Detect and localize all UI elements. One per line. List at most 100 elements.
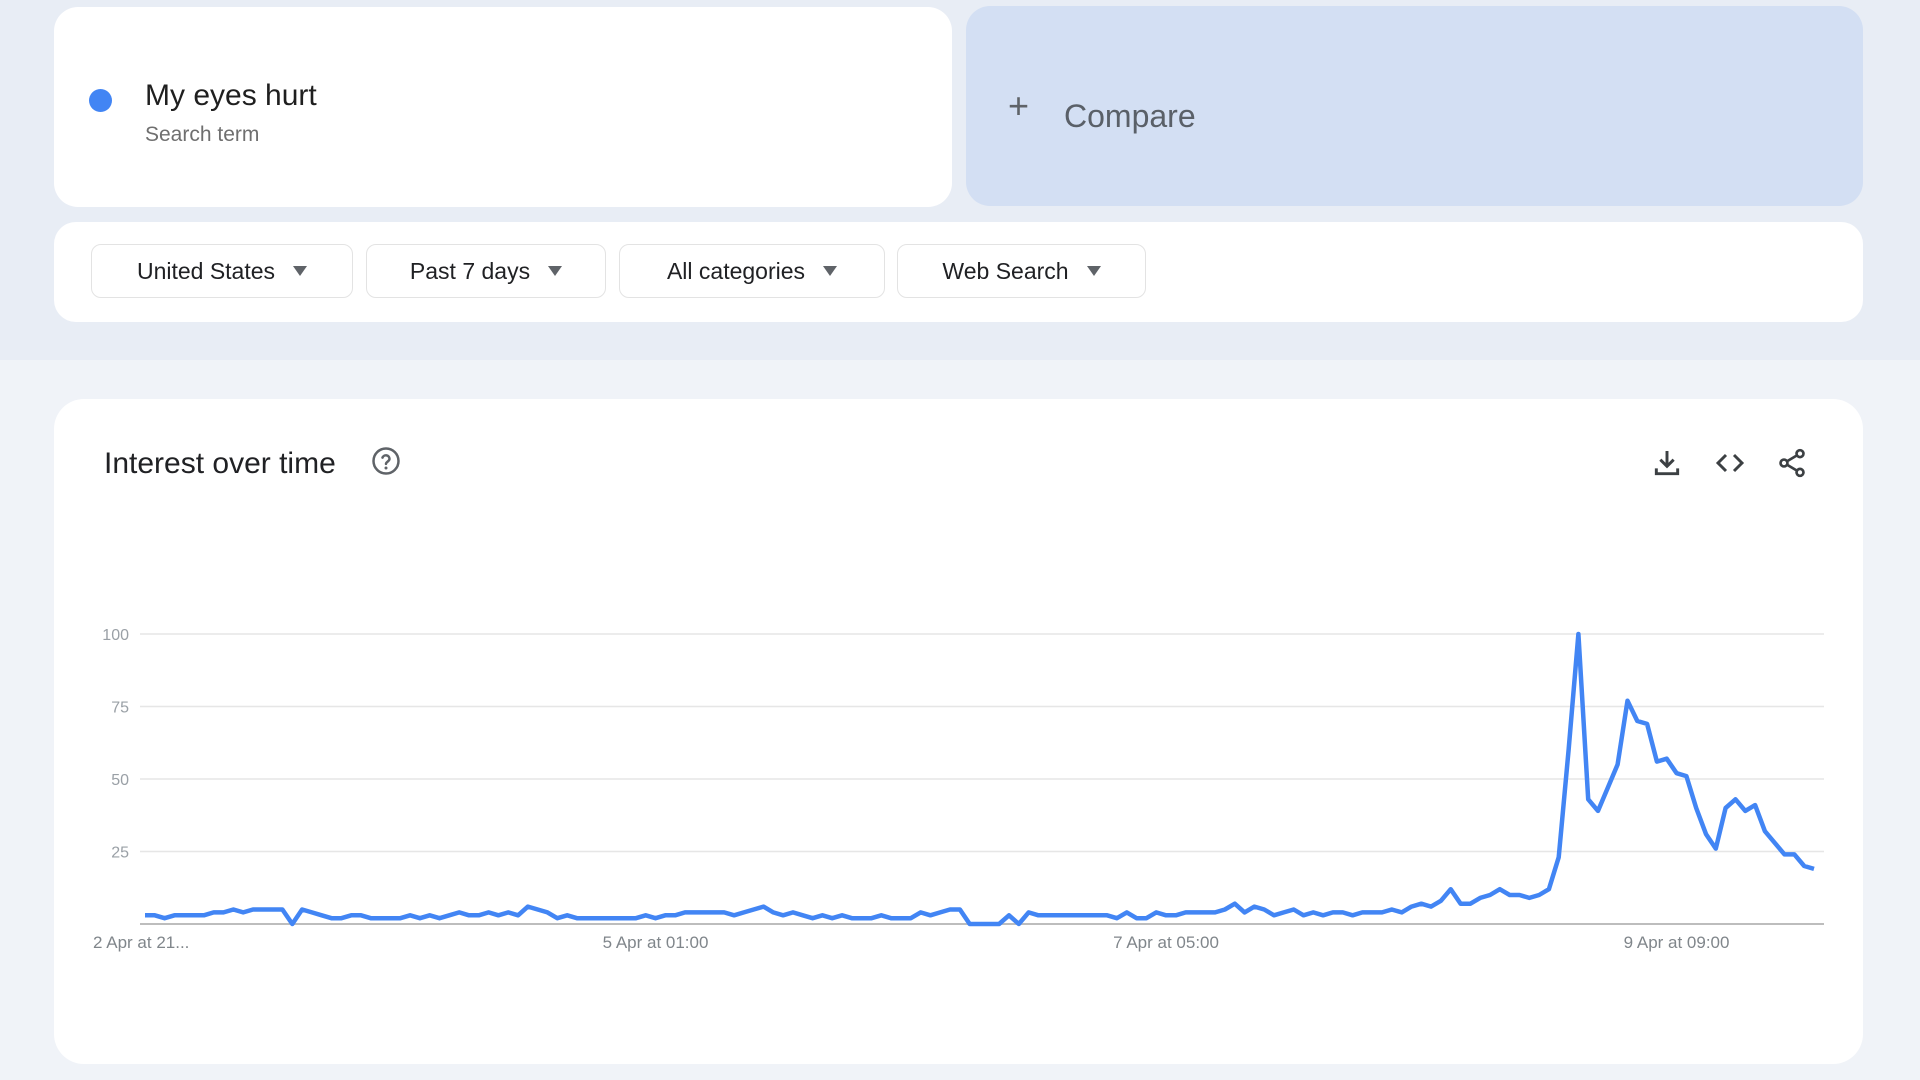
data-point[interactable]	[525, 904, 531, 910]
data-point[interactable]	[859, 915, 865, 921]
filter-search-type[interactable]: Web Search	[897, 244, 1146, 298]
data-point[interactable]	[1683, 773, 1689, 779]
data-point[interactable]	[486, 909, 492, 915]
data-point[interactable]	[1016, 921, 1022, 927]
data-point[interactable]	[1487, 892, 1493, 898]
data-point[interactable]	[1163, 912, 1169, 918]
data-point[interactable]	[1310, 909, 1316, 915]
data-point[interactable]	[1173, 912, 1179, 918]
data-point[interactable]	[1742, 808, 1748, 814]
data-point[interactable]	[171, 912, 177, 918]
data-point[interactable]	[770, 909, 776, 915]
data-point[interactable]	[800, 912, 806, 918]
data-point[interactable]	[1359, 909, 1365, 915]
data-point[interactable]	[574, 915, 580, 921]
data-point[interactable]	[1350, 912, 1356, 918]
data-point[interactable]	[780, 912, 786, 918]
data-point[interactable]	[437, 915, 443, 921]
data-point[interactable]	[1084, 912, 1090, 918]
data-point[interactable]	[1615, 762, 1621, 768]
data-point[interactable]	[1192, 909, 1198, 915]
data-point[interactable]	[819, 912, 825, 918]
data-point[interactable]	[790, 909, 796, 915]
data-point[interactable]	[1389, 907, 1395, 913]
data-point[interactable]	[1693, 805, 1699, 811]
data-point[interactable]	[279, 907, 285, 913]
data-point[interactable]	[162, 915, 168, 921]
data-point[interactable]	[1664, 756, 1670, 762]
data-point[interactable]	[466, 912, 472, 918]
data-point[interactable]	[613, 915, 619, 921]
data-point[interactable]	[289, 921, 295, 927]
data-point[interactable]	[751, 907, 757, 913]
data-point[interactable]	[839, 912, 845, 918]
data-point[interactable]	[1438, 898, 1444, 904]
data-point[interactable]	[250, 907, 256, 913]
data-point[interactable]	[348, 912, 354, 918]
data-point[interactable]	[1055, 912, 1061, 918]
data-point[interactable]	[1114, 915, 1120, 921]
data-point[interactable]	[1595, 808, 1601, 814]
data-point[interactable]	[142, 912, 148, 918]
data-point[interactable]	[1713, 846, 1719, 852]
data-point[interactable]	[947, 907, 953, 913]
data-point[interactable]	[977, 921, 983, 927]
data-point[interactable]	[898, 915, 904, 921]
data-point[interactable]	[1320, 912, 1326, 918]
data-point[interactable]	[299, 907, 305, 913]
data-point[interactable]	[957, 907, 963, 913]
data-point[interactable]	[476, 912, 482, 918]
data-point[interactable]	[181, 912, 187, 918]
data-point[interactable]	[319, 912, 325, 918]
data-point[interactable]	[1271, 912, 1277, 918]
data-point[interactable]	[397, 915, 403, 921]
data-point[interactable]	[1006, 912, 1012, 918]
data-point[interactable]	[1045, 912, 1051, 918]
data-point[interactable]	[1330, 909, 1336, 915]
data-point[interactable]	[810, 915, 816, 921]
data-point[interactable]	[878, 912, 884, 918]
data-point[interactable]	[564, 912, 570, 918]
data-point[interactable]	[1291, 907, 1297, 913]
data-point[interactable]	[1143, 915, 1149, 921]
data-point[interactable]	[1703, 831, 1709, 837]
data-point[interactable]	[623, 915, 629, 921]
data-point[interactable]	[967, 921, 973, 927]
data-point[interactable]	[515, 912, 521, 918]
data-point[interactable]	[1477, 895, 1483, 901]
data-point[interactable]	[1448, 886, 1454, 892]
data-point[interactable]	[495, 912, 501, 918]
data-point[interactable]	[1497, 886, 1503, 892]
data-point[interactable]	[1408, 904, 1414, 910]
data-point[interactable]	[908, 915, 914, 921]
data-point[interactable]	[888, 915, 894, 921]
data-point[interactable]	[1467, 901, 1473, 907]
data-point[interactable]	[692, 909, 698, 915]
data-point[interactable]	[584, 915, 590, 921]
data-point[interactable]	[1566, 747, 1572, 753]
data-point[interactable]	[672, 912, 678, 918]
data-point[interactable]	[1624, 698, 1630, 704]
data-point[interactable]	[1772, 840, 1778, 846]
data-point[interactable]	[702, 909, 708, 915]
data-point[interactable]	[417, 915, 423, 921]
data-point[interactable]	[1605, 785, 1611, 791]
data-point[interactable]	[1762, 828, 1768, 834]
data-point[interactable]	[554, 915, 560, 921]
data-point[interactable]	[1183, 909, 1189, 915]
data-point[interactable]	[1723, 805, 1729, 811]
data-point[interactable]	[1674, 770, 1680, 776]
data-point[interactable]	[427, 912, 433, 918]
data-point[interactable]	[731, 912, 737, 918]
data-point[interactable]	[1340, 909, 1346, 915]
data-point[interactable]	[260, 907, 266, 913]
data-point[interactable]	[211, 909, 217, 915]
data-point[interactable]	[221, 909, 227, 915]
data-point[interactable]	[1782, 851, 1788, 857]
data-point[interactable]	[201, 912, 207, 918]
data-point[interactable]	[1644, 721, 1650, 727]
data-point[interactable]	[1242, 909, 1248, 915]
data-point[interactable]	[986, 921, 992, 927]
data-point[interactable]	[603, 915, 609, 921]
data-point[interactable]	[309, 909, 315, 915]
